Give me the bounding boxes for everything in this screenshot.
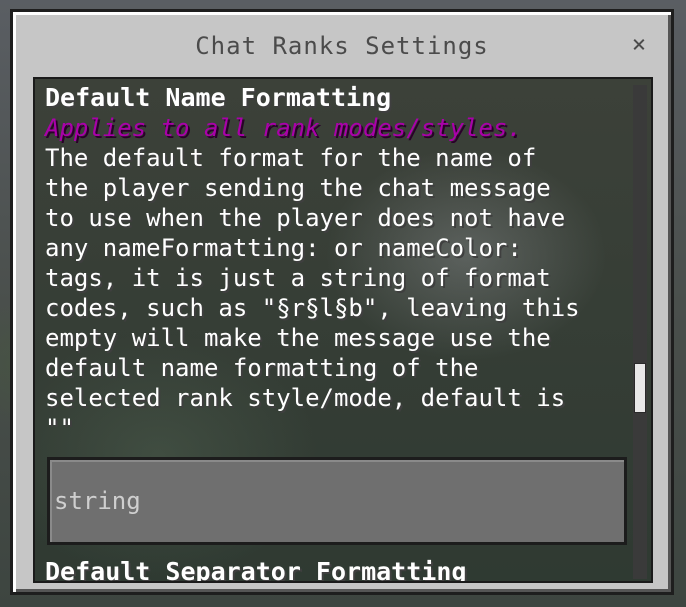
scrollbar-track[interactable] [633, 85, 647, 579]
close-icon[interactable]: × [627, 32, 651, 56]
setting-default-name-formatting: Default Name Formatting Applies to all r… [45, 83, 625, 443]
settings-scroll-area[interactable]: Default Name Formatting Applies to all r… [33, 77, 653, 583]
dialog-title: Chat Ranks Settings [195, 32, 489, 60]
name-format-input[interactable] [50, 460, 624, 542]
description-line: tags, it is just a string of format [45, 264, 551, 292]
description-line: to use when the player does not have [45, 204, 566, 232]
description-line: The default format for the name of [45, 144, 537, 172]
description-line: any nameFormatting: or nameColor: [45, 234, 522, 262]
setting-heading: Default Name Formatting [45, 83, 392, 112]
description-line: "" [45, 414, 74, 442]
scrollbar-thumb[interactable] [634, 363, 646, 413]
description-line: empty will make the message use the [45, 324, 551, 352]
name-format-input-box[interactable] [47, 457, 627, 545]
setting-description: The default format for the name of the p… [45, 143, 625, 443]
setting-note: Applies to all rank modes/styles. [45, 114, 522, 142]
description-line: default name formatting of the [45, 354, 479, 382]
settings-dialog: Chat Ranks Settings × Default Name Forma… [10, 9, 674, 595]
description-line: the player sending the chat message [45, 174, 551, 202]
description-line: codes, such as "§r§l§b", leaving this [45, 294, 580, 322]
description-line: selected rank style/mode, default is [45, 384, 566, 412]
setting-heading-separator: Default Separator Formatting [45, 557, 467, 583]
title-bar: Chat Ranks Settings × [19, 18, 665, 70]
